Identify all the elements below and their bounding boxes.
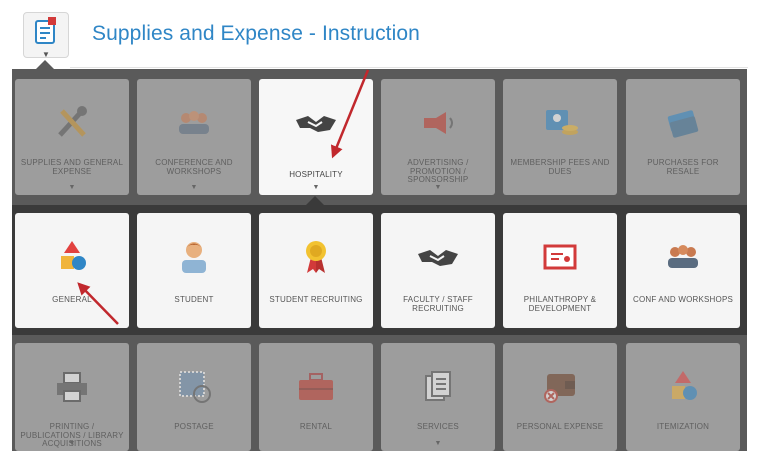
tile-purchases-resale[interactable]: PURCHASES FOR RESALE — [626, 79, 740, 195]
tile-advertising-promotion[interactable]: ADVERTISING / PROMOTION / SPONSORSHIP ▼ — [381, 79, 495, 195]
chevron-down-icon: ▼ — [68, 440, 76, 447]
tile-label: STUDENT RECRUITING — [269, 295, 363, 304]
tile-label: STUDENT — [174, 295, 214, 304]
certificate-icon — [503, 239, 617, 275]
tile-label: ITEMIZATION — [656, 422, 710, 431]
tile-label: PURCHASES FOR RESALE — [647, 158, 719, 176]
tile-printing-publications[interactable]: PRINTING / PUBLICATIONS / LIBRARY ACQUIS… — [15, 343, 129, 451]
membership-card-icon — [503, 105, 617, 141]
tile-label: SERVICES — [417, 422, 459, 431]
tile-conference-workshops[interactable]: CONFERENCE AND WORKSHOPS ▼ — [137, 79, 251, 195]
page-title: Supplies and Expense - Instruction — [92, 22, 420, 45]
tile-label: FACULTY / STAFF RECRUITING — [403, 295, 473, 313]
credit-cards-icon — [626, 105, 740, 141]
supplies-app-icon[interactable]: ▼ — [23, 12, 69, 59]
documents-icon — [381, 369, 495, 405]
chevron-down-icon: ▼ — [42, 50, 50, 59]
tile-label: RENTAL — [299, 422, 333, 431]
tile-student[interactable]: STUDENT — [137, 213, 251, 328]
tile-label: CONF AND WORKSHOPS — [632, 295, 734, 304]
toolbox-icon — [259, 369, 373, 405]
handshake-icon — [259, 105, 373, 141]
page-header: ▼ Supplies and Expense - Instruction — [0, 0, 757, 68]
tile-label: MEMBERSHIP FEES AND DUES — [510, 158, 610, 176]
tile-hospitality[interactable]: HOSPITALITY ▼ — [259, 79, 373, 195]
category-row: PRINTING / PUBLICATIONS / LIBRARY ACQUIS… — [12, 335, 747, 451]
tile-general[interactable]: GENERAL — [15, 213, 129, 328]
tools-icon — [15, 105, 129, 141]
selection-pointer — [306, 196, 324, 205]
tile-rental[interactable]: RENTAL — [259, 343, 373, 451]
chevron-down-icon: ▼ — [434, 440, 442, 447]
tile-itemization[interactable]: ITEMIZATION — [626, 343, 740, 451]
tile-label: ADVERTISING / PROMOTION / SPONSORSHIP — [407, 158, 469, 184]
tile-supplies-general-expense[interactable]: SUPPLIES AND GENERAL EXPENSE ▼ — [15, 79, 129, 195]
tile-label: HOSPITALITY — [289, 170, 343, 179]
tile-personal-expense[interactable]: PERSONAL EXPENSE — [503, 343, 617, 451]
handshake-icon — [381, 239, 495, 275]
tile-faculty-staff-recruiting[interactable]: FACULTY / STAFF RECRUITING — [381, 213, 495, 328]
tile-label: CONFERENCE AND WORKSHOPS — [155, 158, 233, 176]
tile-conf-workshops[interactable]: CONF AND WORKSHOPS — [626, 213, 740, 328]
category-row: SUPPLIES AND GENERAL EXPENSE ▼ CONFERENC… — [12, 69, 747, 205]
tile-postage[interactable]: POSTAGE — [137, 343, 251, 451]
postage-stamp-icon — [137, 369, 251, 405]
conference-icon — [137, 105, 251, 141]
chevron-down-icon: ▼ — [434, 184, 442, 191]
chevron-down-icon: ▼ — [68, 184, 76, 191]
tile-label: SUPPLIES AND GENERAL EXPENSE — [20, 158, 124, 176]
tile-philanthropy-development[interactable]: PHILANTHROPY & DEVELOPMENT — [503, 213, 617, 328]
student-icon — [137, 239, 251, 275]
tile-student-recruiting[interactable]: STUDENT RECRUITING — [259, 213, 373, 328]
conference-icon — [626, 239, 740, 275]
tile-services[interactable]: SERVICES ▼ — [381, 343, 495, 451]
tile-label: PHILANTHROPY & DEVELOPMENT — [523, 295, 597, 313]
tile-membership-fees[interactable]: MEMBERSHIP FEES AND DUES — [503, 79, 617, 195]
tile-label: POSTAGE — [174, 422, 214, 431]
chevron-down-icon: ▼ — [190, 184, 198, 191]
tile-label: GENERAL — [52, 295, 92, 304]
shapes-icon — [15, 239, 129, 275]
document-icon — [35, 17, 56, 44]
wallet-icon — [503, 369, 617, 405]
chevron-down-icon: ▼ — [312, 184, 320, 191]
megaphone-icon — [381, 105, 495, 141]
printer-icon — [15, 369, 129, 405]
category-board: SUPPLIES AND GENERAL EXPENSE ▼ CONFERENC… — [12, 69, 747, 451]
subcategory-row: GENERAL STUDENT STUDENT RECRUITING FACUL… — [12, 205, 747, 335]
award-ribbon-icon — [259, 239, 373, 275]
menu-pointer — [36, 60, 54, 69]
divider — [70, 67, 748, 68]
tile-label: PERSONAL EXPENSE — [516, 422, 604, 431]
shapes-icon — [626, 369, 740, 405]
